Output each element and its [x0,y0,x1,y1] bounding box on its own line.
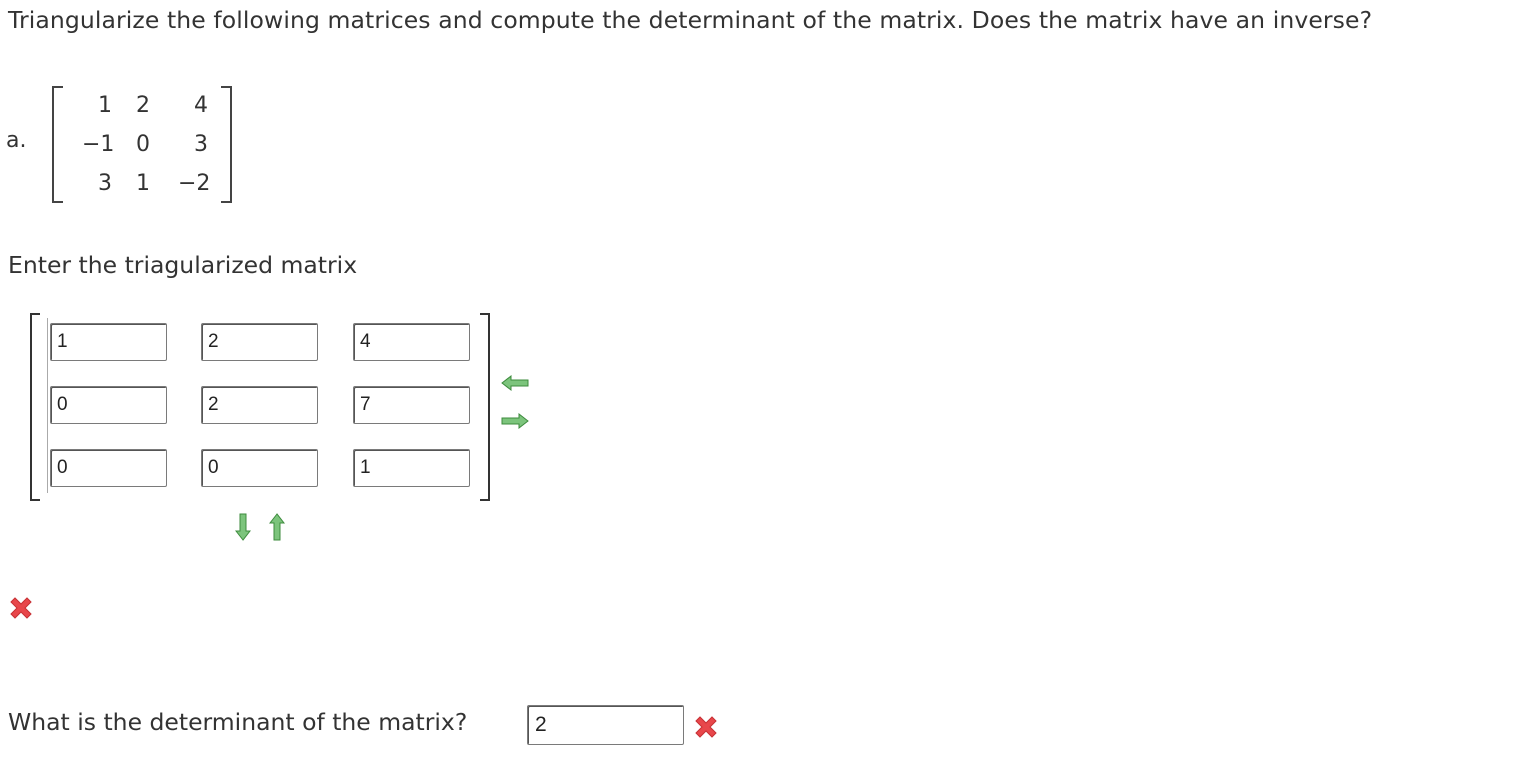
part-label: a. [6,128,27,153]
given-cell-0-1: 2 [136,93,150,118]
matrix-input-0-2[interactable] [353,323,470,361]
given-cell-2-0: 3 [98,171,112,196]
answer-left-rule [47,318,48,493]
arrow-left-icon[interactable] [501,375,529,391]
right-bracket [221,86,232,203]
arrow-down-icon[interactable] [235,513,251,541]
given-cell-2-2: −2 [178,171,211,196]
answer-matrix [30,313,490,501]
matrix-input-2-1[interactable] [201,449,318,487]
determinant-input[interactable] [527,705,684,745]
matrix-input-2-2[interactable] [353,449,470,487]
given-matrix: 1 2 4 −1 0 3 3 1 −2 [52,86,232,203]
matrix-input-1-0[interactable] [50,386,167,424]
answer-right-bracket [480,313,490,501]
answer-prompt: Enter the triagularized matrix [8,251,358,279]
matrix-input-0-0[interactable] [50,323,167,361]
given-cell-1-1: 0 [136,132,150,157]
left-bracket [52,86,63,203]
given-cell-0-2: 4 [194,93,208,118]
given-cell-1-0: −1 [82,132,115,157]
given-cell-2-1: 1 [136,171,150,196]
arrow-right-icon[interactable] [501,413,529,429]
matrix-input-2-0[interactable] [50,449,167,487]
matrix-input-1-2[interactable] [353,386,470,424]
matrix-input-0-1[interactable] [201,323,318,361]
matrix-input-1-1[interactable] [201,386,318,424]
determinant-incorrect-icon [695,716,717,738]
determinant-label: What is the determinant of the matrix? [8,708,468,736]
question-text: Triangularize the following matrices and… [8,6,1373,34]
arrow-up-icon[interactable] [269,513,285,541]
answer-left-bracket [30,313,40,501]
given-cell-1-2: 3 [194,132,208,157]
incorrect-icon [10,597,32,619]
given-cell-0-0: 1 [98,93,112,118]
